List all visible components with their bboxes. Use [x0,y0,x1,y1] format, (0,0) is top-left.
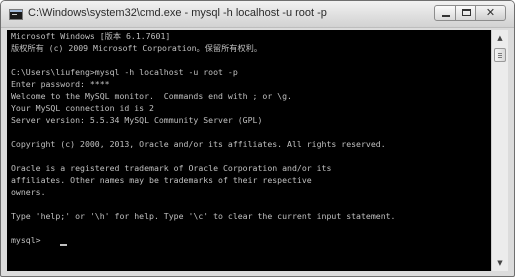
text-cursor [60,244,67,246]
minimize-button[interactable] [434,5,456,21]
maximize-icon [462,9,471,16]
grip-line [498,53,502,54]
console-line: affiliates. Other names may be trademark… [11,175,312,185]
grip-line [498,55,502,56]
console-line: Enter password: **** [11,79,110,89]
window-title: C:\Windows\system32\cmd.exe - mysql -h l… [28,7,327,19]
console-line: Oracle is a registered trademark of Orac… [11,163,332,173]
close-button[interactable]: ✕ [475,5,506,21]
maximize-button[interactable] [455,5,476,21]
vertical-scrollbar[interactable]: ▲ ▼ [491,30,508,271]
console-line: Welcome to the MySQL monitor. Commands e… [11,91,292,101]
scroll-thumb[interactable] [494,48,506,62]
title-bar[interactable]: C:\Windows\system32\cmd.exe - mysql -h l… [1,1,514,28]
terminal-icon[interactable] [9,9,23,20]
console-line: Server version: 5.5.34 MySQL Community S… [11,115,263,125]
console-line: Microsoft Windows [版本 6.1.7601] [11,31,171,41]
console-line: Type 'help;' or '\h' for help. Type '\c'… [11,211,396,221]
scroll-down-icon[interactable]: ▼ [492,255,508,271]
console-output[interactable]: Microsoft Windows [版本 6.1.7601] 版权所有 (c)… [7,30,491,271]
minimize-icon [442,15,450,17]
console-line: 版权所有 (c) 2009 Microsoft Corporation。保留所有… [11,43,263,53]
console-line: owners. [11,187,46,197]
scroll-up-icon[interactable]: ▲ [492,30,508,46]
grip-line [498,57,502,58]
console-line: Copyright (c) 2000, 2013, Oracle and/or … [11,139,386,149]
close-icon: ✕ [485,6,496,19]
cmd-window: C:\Windows\system32\cmd.exe - mysql -h l… [0,0,515,277]
console-line: C:\Users\liufeng>mysql -h localhost -u r… [11,67,238,77]
mysql-prompt: mysql> [11,235,46,245]
console-line: Your MySQL connection id is 2 [11,103,154,113]
